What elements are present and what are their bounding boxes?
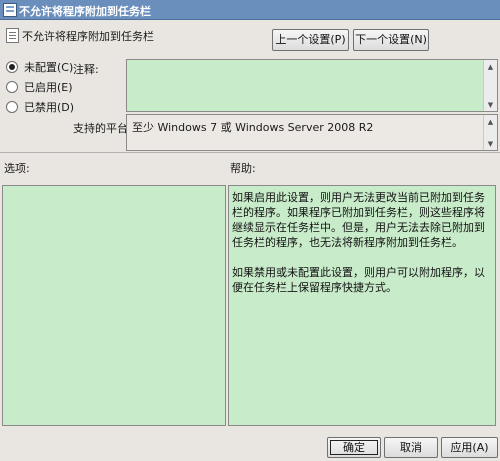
radio-label-not-configured: 未配置(C) <box>24 61 74 74</box>
radio-enabled[interactable]: 已启用(E) <box>6 80 73 94</box>
setting-icon <box>6 28 19 43</box>
policy-name: 不允许将程序附加到任务栏 <box>22 30 154 43</box>
radio-label-enabled: 已启用(E) <box>24 81 73 94</box>
ok-button[interactable]: 确定 <box>327 437 381 458</box>
options-label: 选项: <box>4 162 30 175</box>
comment-scrollbar[interactable]: ▲ ▼ <box>483 60 497 111</box>
options-panel <box>2 185 226 426</box>
platform-value: 至少 Windows 7 或 Windows Server 2008 R2 <box>132 121 374 134</box>
help-label: 帮助: <box>230 162 256 175</box>
help-paragraph: 如果启用此设置，则用户无法更改当前已附加到任务栏的程序。如果程序已附加到任务栏，… <box>232 191 485 249</box>
radio-indicator-disabled <box>6 101 18 113</box>
help-text: 如果启用此设置，则用户无法更改当前已附加到任务栏的程序。如果程序已附加到任务栏，… <box>232 190 489 310</box>
radio-not-configured[interactable]: 未配置(C) <box>6 60 73 74</box>
radio-indicator-enabled <box>6 81 18 93</box>
section-divider <box>0 152 500 153</box>
platform-box: 至少 Windows 7 或 Windows Server 2008 R2 ▲ … <box>126 114 498 151</box>
previous-setting-button[interactable]: 上一个设置(P) <box>272 29 349 51</box>
radio-label-disabled: 已禁用(D) <box>24 101 75 114</box>
platform-label: 支持的平台: <box>73 122 132 135</box>
platform-scrollbar[interactable]: ▲ ▼ <box>483 115 497 150</box>
comment-textarea[interactable]: ▲ ▼ <box>126 59 498 112</box>
help-paragraph: 如果禁用或未配置此设置，则用户可以附加程序，以便在任务栏上保留程序快捷方式。 <box>232 266 485 294</box>
platform-scroll-down-icon[interactable]: ▼ <box>484 137 497 150</box>
apply-button[interactable]: 应用(A) <box>441 437 498 458</box>
next-setting-button[interactable]: 下一个设置(N) <box>353 29 429 51</box>
comment-label: 注释: <box>73 63 99 76</box>
scroll-up-icon[interactable]: ▲ <box>484 60 497 73</box>
platform-scroll-up-icon[interactable]: ▲ <box>484 115 497 128</box>
scroll-down-icon[interactable]: ▼ <box>484 98 497 111</box>
cancel-button[interactable]: 取消 <box>384 437 438 458</box>
radio-indicator-not-configured <box>6 61 18 73</box>
window-title: 不允许将程序附加到任务栏 <box>19 5 151 18</box>
radio-disabled[interactable]: 已禁用(D) <box>6 100 74 114</box>
help-panel: 如果启用此设置，则用户无法更改当前已附加到任务栏的程序。如果程序已附加到任务栏，… <box>228 185 496 426</box>
policy-icon <box>3 3 17 17</box>
title-bar: 不允许将程序附加到任务栏 <box>0 0 500 20</box>
